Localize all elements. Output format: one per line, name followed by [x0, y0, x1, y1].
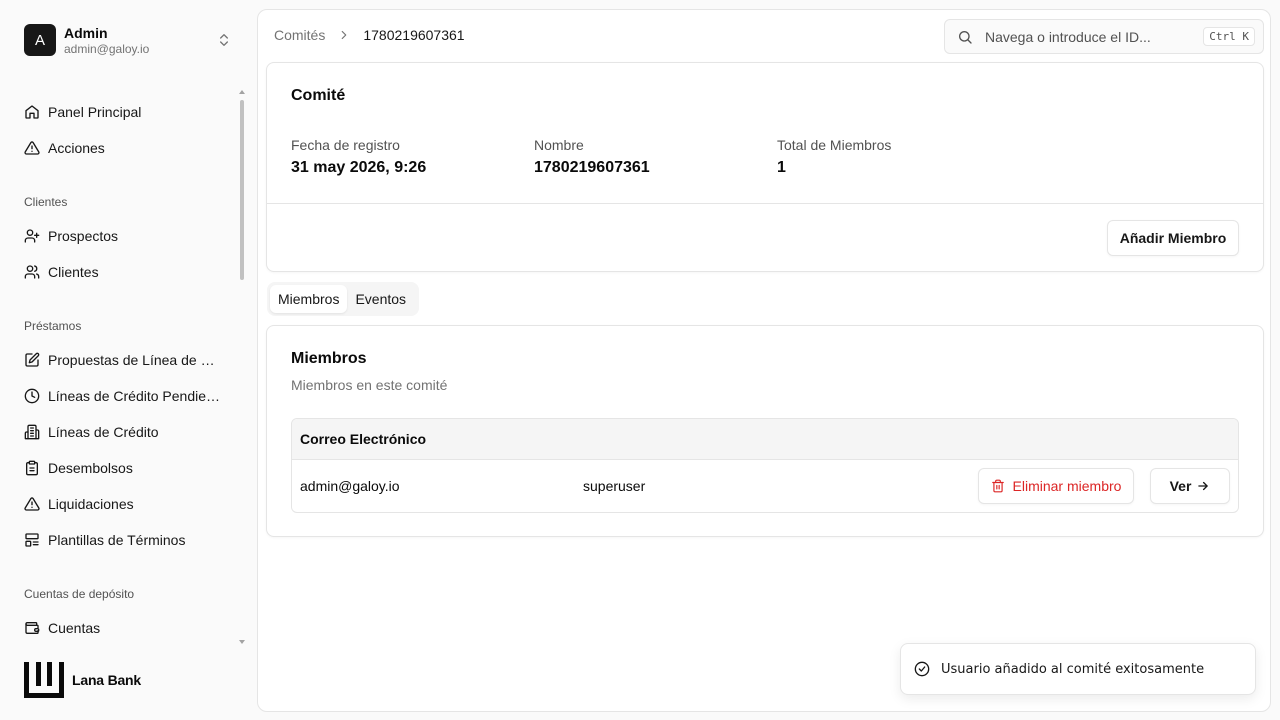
column-header-email: Correo Electrónico: [300, 431, 427, 447]
sidebar-item-label: Desembolsos: [48, 460, 133, 476]
card-subtitle: Miembros en este comité: [291, 377, 448, 393]
layout-icon: [25, 533, 39, 547]
user-name: Admin: [64, 24, 108, 41]
table-row: admin@galoy.io superuser Eliminar miembr…: [292, 460, 1238, 512]
breadcrumb-current: 1780219607361: [363, 27, 465, 43]
nav-group-label-cuentas-deposito: Cuentas de depósito: [24, 587, 135, 601]
table-header: Correo Electrónico: [292, 419, 1238, 460]
sidebar-item-label: Líneas de Crédito Pendient...: [48, 388, 223, 404]
chevron-right-icon: [342, 30, 347, 40]
detail-label: Nombre: [534, 137, 584, 153]
nav-group-label-clientes: Clientes: [24, 195, 68, 209]
edit-icon: [25, 352, 40, 367]
sidebar-item-plantillas[interactable]: Plantillas de Términos: [24, 522, 234, 558]
detail-value: 31 may 2026, 9:26: [291, 159, 427, 176]
sidebar: A Admin admin@galoy.io Panel Principal A…: [0, 0, 256, 720]
add-member-button[interactable]: Añadir Miembro: [1107, 220, 1239, 256]
view-label: Ver: [1169, 478, 1192, 494]
committee-details-card: Comité Fecha de registro 31 may 2026, 9:…: [266, 62, 1264, 272]
detail-registration-date: Fecha de registro 31 may 2026, 9:26: [291, 137, 426, 177]
toast-message: Usuario añadido al comité exitosamente: [941, 661, 1205, 677]
sidebar-scroll-thumb[interactable]: [240, 100, 244, 280]
user-plus-icon: [24, 229, 40, 243]
building-icon: [24, 424, 40, 440]
search-icon: [959, 30, 972, 44]
sidebar-item-clientes[interactable]: Clientes: [24, 254, 234, 290]
sidebar-item-label: Prospectos: [48, 228, 119, 244]
detail-total-members: Total de Miembros 1: [777, 137, 891, 177]
chevrons-up-down-icon: [220, 34, 228, 46]
detail-name: Nombre 1780219607361: [534, 137, 650, 177]
view-member-button[interactable]: Ver: [1150, 468, 1230, 504]
arrow-right-icon: [1198, 481, 1209, 491]
sidebar-item-label: Panel Principal: [48, 104, 142, 120]
detail-label: Fecha de registro: [291, 137, 400, 153]
check-circle-icon: [914, 661, 930, 677]
sidebar-item-label: Cuentas: [48, 620, 101, 636]
sidebar-item-lineas-pendientes[interactable]: Líneas de Crédito Pendient...: [24, 378, 234, 414]
remove-member-label: Eliminar miembro: [1012, 478, 1122, 494]
avatar: A: [24, 24, 56, 56]
sidebar-item-lineas-credito[interactable]: Líneas de Crédito: [24, 414, 234, 450]
detail-value: 1: [777, 159, 786, 176]
sidebar-item-label: Acciones: [48, 140, 105, 156]
sidebar-item-acciones[interactable]: Acciones: [24, 130, 234, 166]
brand: Lana Bank: [24, 662, 141, 698]
brand-name: Lana Bank: [72, 672, 141, 688]
alert-triangle-icon: [24, 141, 40, 155]
member-role: superuser: [583, 478, 646, 494]
card-title: Comité: [291, 87, 346, 104]
scroll-up-arrow-icon[interactable]: [239, 90, 245, 94]
clipboard-icon: [26, 460, 38, 476]
search-placeholder: Navega o introduce el ID...: [985, 28, 1151, 45]
user-email: admin@galoy.io: [64, 41, 150, 56]
members-table: Correo Electrónico admin@galoy.io superu…: [291, 418, 1239, 513]
clock-icon: [24, 388, 40, 404]
member-email: admin@galoy.io: [300, 478, 400, 494]
tab-miembros[interactable]: Miembros: [270, 285, 348, 313]
user-switcher[interactable]: A Admin admin@galoy.io: [24, 24, 236, 56]
alert-triangle-icon: [24, 497, 40, 511]
tab-eventos[interactable]: Eventos: [347, 285, 414, 313]
main-panel: Comités 1780219607361 Navega o introduce…: [257, 9, 1271, 712]
sidebar-item-label: Plantillas de Términos: [48, 532, 186, 548]
trash-icon: [991, 479, 1004, 493]
wallet-icon: [25, 622, 40, 634]
detail-label: Total de Miembros: [777, 137, 892, 153]
users-icon: [24, 265, 40, 279]
search-input[interactable]: Navega o introduce el ID... Ctrl K: [944, 19, 1264, 54]
sidebar-nav: Panel Principal Acciones Clientes Prospe…: [24, 94, 234, 646]
sidebar-item-liquidaciones[interactable]: Liquidaciones: [24, 486, 234, 522]
toast-notification[interactable]: Usuario añadido al comité exitosamente: [900, 643, 1256, 695]
detail-value: 1780219607361: [534, 159, 650, 176]
scroll-down-arrow-icon[interactable]: [239, 640, 245, 644]
lana-bank-logo-icon: [24, 662, 64, 698]
nav-group-label-prestamos: Préstamos: [24, 319, 82, 333]
home-icon: [25, 105, 39, 119]
sidebar-item-label: Clientes: [48, 264, 99, 280]
members-card: Miembros Miembros en este comité Correo …: [266, 325, 1264, 537]
sidebar-item-label: Propuestas de Línea de Cr...: [48, 352, 223, 368]
card-title: Miembros: [291, 350, 367, 367]
sidebar-item-cuentas[interactable]: Cuentas: [24, 610, 234, 646]
sidebar-item-label: Liquidaciones: [48, 496, 134, 512]
sidebar-item-desembolsos[interactable]: Desembolsos: [24, 450, 234, 486]
tabs: Miembros Eventos: [267, 282, 419, 316]
remove-member-button[interactable]: Eliminar miembro: [978, 468, 1134, 504]
keyboard-shortcut-badge: Ctrl K: [1203, 27, 1255, 46]
divider: [267, 203, 1263, 204]
sidebar-item-panel-principal[interactable]: Panel Principal: [24, 94, 234, 130]
breadcrumb: Comités 1780219607361: [274, 27, 465, 43]
sidebar-item-label: Líneas de Crédito: [48, 424, 159, 440]
sidebar-item-propuestas[interactable]: Propuestas de Línea de Cr...: [24, 342, 234, 378]
sidebar-item-prospectos[interactable]: Prospectos: [24, 218, 234, 254]
breadcrumb-comites-link[interactable]: Comités: [274, 27, 325, 43]
